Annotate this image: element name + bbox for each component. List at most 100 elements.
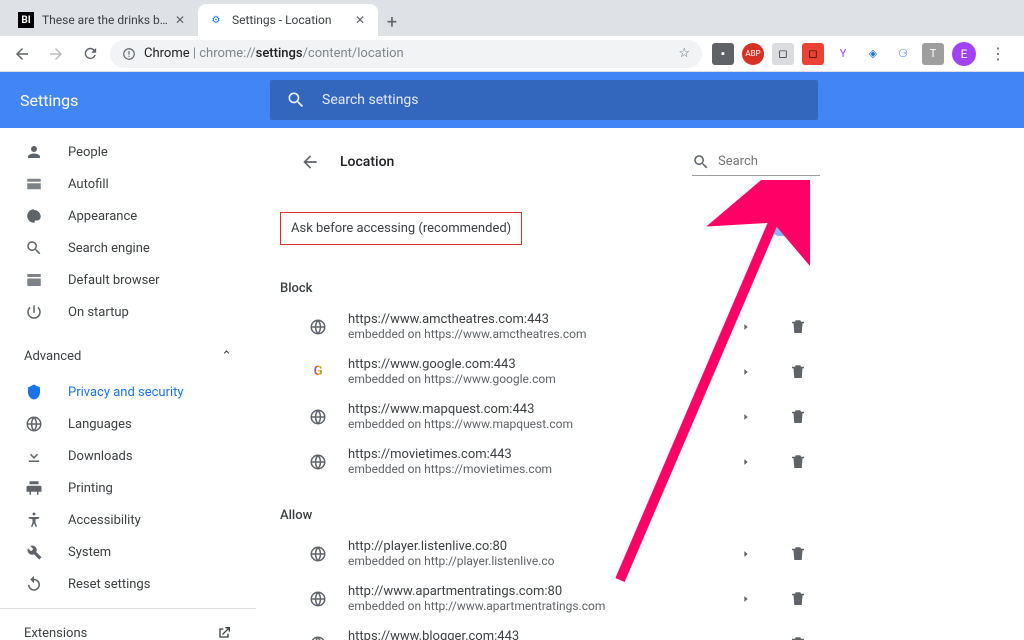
extension-icon[interactable]: ◈ — [862, 43, 884, 65]
site-row: http://player.listenlive.co:80embedded o… — [280, 531, 820, 576]
tab-favicon-settings: ⚙ — [208, 12, 224, 28]
sidebar-item-label: Privacy and security — [68, 385, 184, 400]
sidebar-item-label: Autofill — [68, 177, 109, 192]
browser-tab-1[interactable]: ⚙ Settings - Location ✕ — [198, 4, 378, 36]
tab-favicon-bi: BI — [18, 12, 34, 28]
sidebar-item-autofill[interactable]: Autofill — [0, 168, 256, 200]
delete-button[interactable] — [788, 452, 808, 472]
chevron-right-icon[interactable] — [736, 407, 756, 427]
address-bar[interactable]: Chrome | chrome://settings/content/locat… — [110, 40, 702, 68]
panel-search-input[interactable] — [718, 154, 820, 169]
extension-icon[interactable]: Y — [832, 43, 854, 65]
site-icon — [308, 407, 328, 427]
chevron-right-icon[interactable] — [736, 589, 756, 609]
delete-button[interactable] — [788, 634, 808, 640]
delete-button[interactable] — [788, 589, 808, 609]
extension-icon[interactable]: ◻ — [802, 43, 824, 65]
launch-icon — [216, 625, 232, 640]
delete-button[interactable] — [788, 544, 808, 564]
close-icon[interactable]: ✕ — [172, 12, 188, 28]
sidebar-item-downloads[interactable]: Downloads — [0, 440, 256, 472]
sidebar-item-printing[interactable]: Printing — [0, 472, 256, 504]
sidebar-item-label: On startup — [68, 305, 129, 320]
site-url: http://www.apartmentratings.com:80 — [348, 584, 716, 599]
download-icon — [24, 447, 44, 465]
sidebar-item-languages[interactable]: Languages — [0, 408, 256, 440]
site-url: http://player.listenlive.co:80 — [348, 539, 716, 554]
allow-section-label: Allow — [280, 484, 820, 531]
advanced-toggle[interactable]: Advanced ⌃ — [0, 336, 256, 376]
sidebar-item-on-startup[interactable]: On startup — [0, 296, 256, 328]
browser-tab-0[interactable]: BI These are the drinks bartenders ✕ — [8, 4, 198, 36]
accessibility-icon — [24, 511, 44, 529]
panel-back-button[interactable] — [300, 152, 320, 172]
block-section-label: Block — [280, 257, 820, 304]
globe-icon — [24, 415, 44, 433]
site-url: https://www.amctheatres.com:443 — [348, 312, 716, 327]
delete-button[interactable] — [788, 317, 808, 337]
menu-icon[interactable]: ⋮ — [984, 40, 1012, 68]
delete-button[interactable] — [788, 362, 808, 382]
settings-search[interactable] — [270, 80, 818, 120]
chevron-right-icon[interactable] — [736, 362, 756, 382]
site-row: Ghttps://www.google.com:443embedded on h… — [280, 349, 820, 394]
extension-icon[interactable]: ▪ — [712, 43, 734, 65]
close-icon[interactable]: ✕ — [352, 12, 368, 28]
chevron-right-icon[interactable] — [736, 544, 756, 564]
sidebar-item-privacy-and-security[interactable]: Privacy and security — [0, 376, 256, 408]
chevron-right-icon[interactable] — [736, 634, 756, 640]
sidebar-item-system[interactable]: System — [0, 536, 256, 568]
sidebar-item-default-browser[interactable]: Default browser — [0, 264, 256, 296]
site-url: https://www.mapquest.com:443 — [348, 402, 716, 417]
sidebar-item-search-engine[interactable]: Search engine — [0, 232, 256, 264]
sidebar-item-label: Extensions — [24, 626, 87, 640]
tab-title: These are the drinks bartenders — [42, 13, 172, 27]
sidebar-item-label: Appearance — [68, 209, 137, 224]
tab-title: Settings - Location — [232, 13, 352, 27]
extension-icon[interactable]: T — [922, 43, 944, 65]
reload-button[interactable] — [76, 40, 104, 68]
site-embed: embedded on http://player.listenlive.co — [348, 554, 716, 568]
sidebar-item-people[interactable]: People — [0, 136, 256, 168]
sidebar-footer-extensions[interactable]: Extensions — [0, 617, 256, 640]
site-icon — [308, 452, 328, 472]
restore-icon — [24, 575, 44, 593]
extension-icon[interactable]: ◻ — [772, 43, 794, 65]
avatar[interactable]: E — [952, 42, 976, 66]
browser-icon — [24, 271, 44, 289]
sidebar-item-label: Default browser — [68, 273, 160, 288]
site-icon: G — [308, 362, 328, 382]
extension-icon[interactable]: ⚆ — [892, 43, 914, 65]
sidebar-item-label: Accessibility — [68, 513, 141, 528]
autofill-icon — [24, 175, 44, 193]
site-embed: embedded on http://www.apartmentratings.… — [348, 599, 716, 613]
sidebar-item-label: People — [68, 145, 108, 160]
forward-button[interactable] — [42, 40, 70, 68]
chevron-right-icon[interactable] — [736, 452, 756, 472]
location-toggle[interactable] — [772, 222, 800, 236]
star-icon[interactable]: ☆ — [678, 46, 690, 61]
print-icon — [24, 479, 44, 497]
tab-strip: BI These are the drinks bartenders ✕ ⚙ S… — [0, 0, 1024, 36]
panel-search[interactable] — [692, 149, 820, 176]
sidebar: People Autofill Appearance Search engine Def… — [0, 128, 256, 640]
sidebar-item-label: Search engine — [68, 241, 150, 256]
sidebar-item-label: Downloads — [68, 449, 133, 464]
search-icon — [286, 90, 306, 110]
delete-button[interactable] — [788, 407, 808, 427]
site-embed: embedded on https://www.mapquest.com — [348, 417, 716, 431]
sidebar-item-reset-settings[interactable]: Reset settings — [0, 568, 256, 600]
palette-icon — [24, 207, 44, 225]
secure-icon — [122, 47, 136, 61]
sidebar-item-accessibility[interactable]: Accessibility — [0, 504, 256, 536]
back-button[interactable] — [8, 40, 36, 68]
chevron-right-icon[interactable] — [736, 317, 756, 337]
site-icon — [308, 317, 328, 337]
settings-search-input[interactable] — [322, 92, 802, 108]
site-embed: embedded on https://movietimes.com — [348, 462, 716, 476]
settings-title: Settings — [20, 91, 270, 110]
new-tab-button[interactable]: + — [378, 8, 406, 36]
site-embed: embedded on https://www.google.com — [348, 372, 716, 386]
sidebar-item-appearance[interactable]: Appearance — [0, 200, 256, 232]
extension-icon-abp[interactable]: ABP — [742, 43, 764, 65]
